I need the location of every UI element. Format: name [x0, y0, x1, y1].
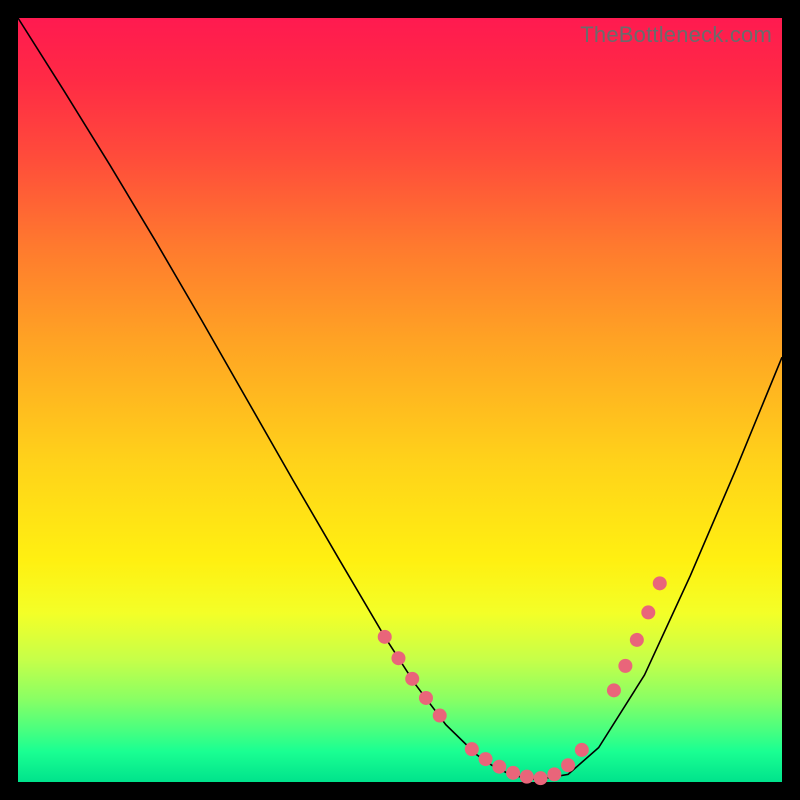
bead-point — [561, 758, 575, 772]
bead-point — [405, 672, 419, 686]
bead-point — [630, 633, 644, 647]
bead-point — [547, 767, 561, 781]
bead-point — [479, 752, 493, 766]
chart-frame: TheBottleneck.com — [0, 0, 800, 800]
bead-point — [641, 605, 655, 619]
bead-point — [607, 683, 621, 697]
bead-point — [618, 659, 632, 673]
bead-point — [653, 576, 667, 590]
bead-point — [506, 766, 520, 780]
bead-point — [433, 709, 447, 723]
bead-point — [492, 760, 506, 774]
bead-point — [534, 771, 548, 785]
bead-point — [575, 743, 589, 757]
bead-point — [378, 630, 392, 644]
bead-point — [419, 691, 433, 705]
bottleneck-curve — [18, 18, 782, 780]
curve-svg — [18, 18, 782, 782]
bead-group — [378, 576, 667, 785]
bead-point — [520, 770, 534, 784]
bead-point — [391, 651, 405, 665]
plot-area: TheBottleneck.com — [18, 18, 782, 782]
bead-point — [465, 742, 479, 756]
